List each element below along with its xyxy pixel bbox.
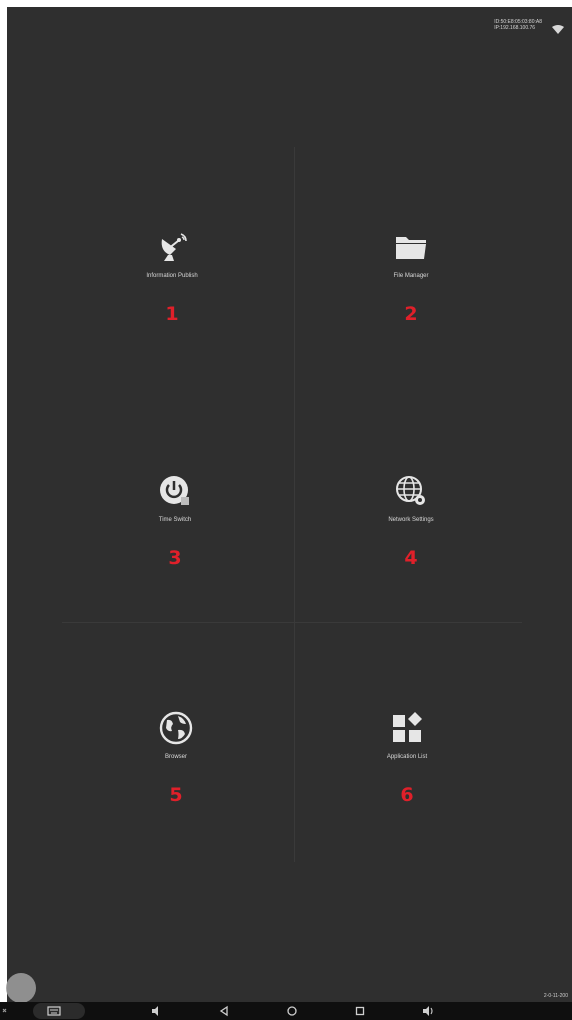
globe-icon — [159, 711, 193, 745]
tile-label: Browser — [164, 754, 187, 760]
tile-label: Time Switch — [158, 517, 192, 523]
device-ip-text: IP:192.168.100.76 — [494, 25, 536, 31]
back-icon[interactable] — [218, 1005, 230, 1017]
tile-label: Application List — [386, 754, 428, 760]
tile-label: File Manager — [393, 273, 429, 279]
active-app-pill[interactable] — [33, 1003, 85, 1019]
tile-information-publish[interactable]: Information Publish 1 — [72, 229, 272, 369]
volume-down-icon[interactable] — [150, 1005, 162, 1017]
device-info: ID:50:E8:05:03:80:A8 IP:192.168.100.76 — [494, 19, 542, 31]
clock-text: 2-0-11-200 — [543, 993, 568, 999]
home-icon[interactable] — [286, 1005, 298, 1017]
tile-number: 2 — [404, 303, 418, 325]
volume-up-icon[interactable] — [422, 1005, 434, 1017]
tile-time-switch[interactable]: Time Switch 3 — [75, 473, 275, 613]
tile-file-manager[interactable]: File Manager 2 — [311, 229, 511, 369]
wifi-icon — [552, 25, 564, 34]
navigation-bar — [0, 1002, 572, 1020]
folder-icon — [396, 237, 426, 259]
power-timer-icon — [160, 476, 189, 505]
screenshot-icon[interactable] — [2, 1006, 10, 1016]
tile-application-list[interactable]: Application List 6 — [307, 710, 507, 850]
app-grid-icon — [393, 712, 422, 742]
tile-number: 6 — [400, 784, 414, 806]
satellite-dish-icon — [161, 233, 187, 261]
tile-number: 5 — [169, 784, 183, 806]
tile-network-settings[interactable]: Network Settings 4 — [311, 473, 511, 613]
tile-number: 1 — [165, 303, 179, 325]
globe-gear-icon — [396, 476, 425, 505]
tile-number: 3 — [168, 547, 182, 569]
floating-assist-button[interactable] — [6, 973, 36, 1003]
tile-label: Information Publish — [146, 273, 198, 279]
launcher-screen: ID:50:E8:05:03:80:A8 IP:192.168.100.76 I… — [7, 7, 572, 1007]
keyboard-icon — [47, 1006, 61, 1016]
grid-divider-vertical — [294, 147, 295, 862]
tile-number: 4 — [404, 547, 418, 569]
tile-label: Network Settings — [388, 517, 434, 523]
tile-browser[interactable]: Browser 5 — [76, 710, 276, 850]
recent-apps-icon[interactable] — [354, 1005, 366, 1017]
grid-divider-horizontal — [62, 622, 522, 623]
